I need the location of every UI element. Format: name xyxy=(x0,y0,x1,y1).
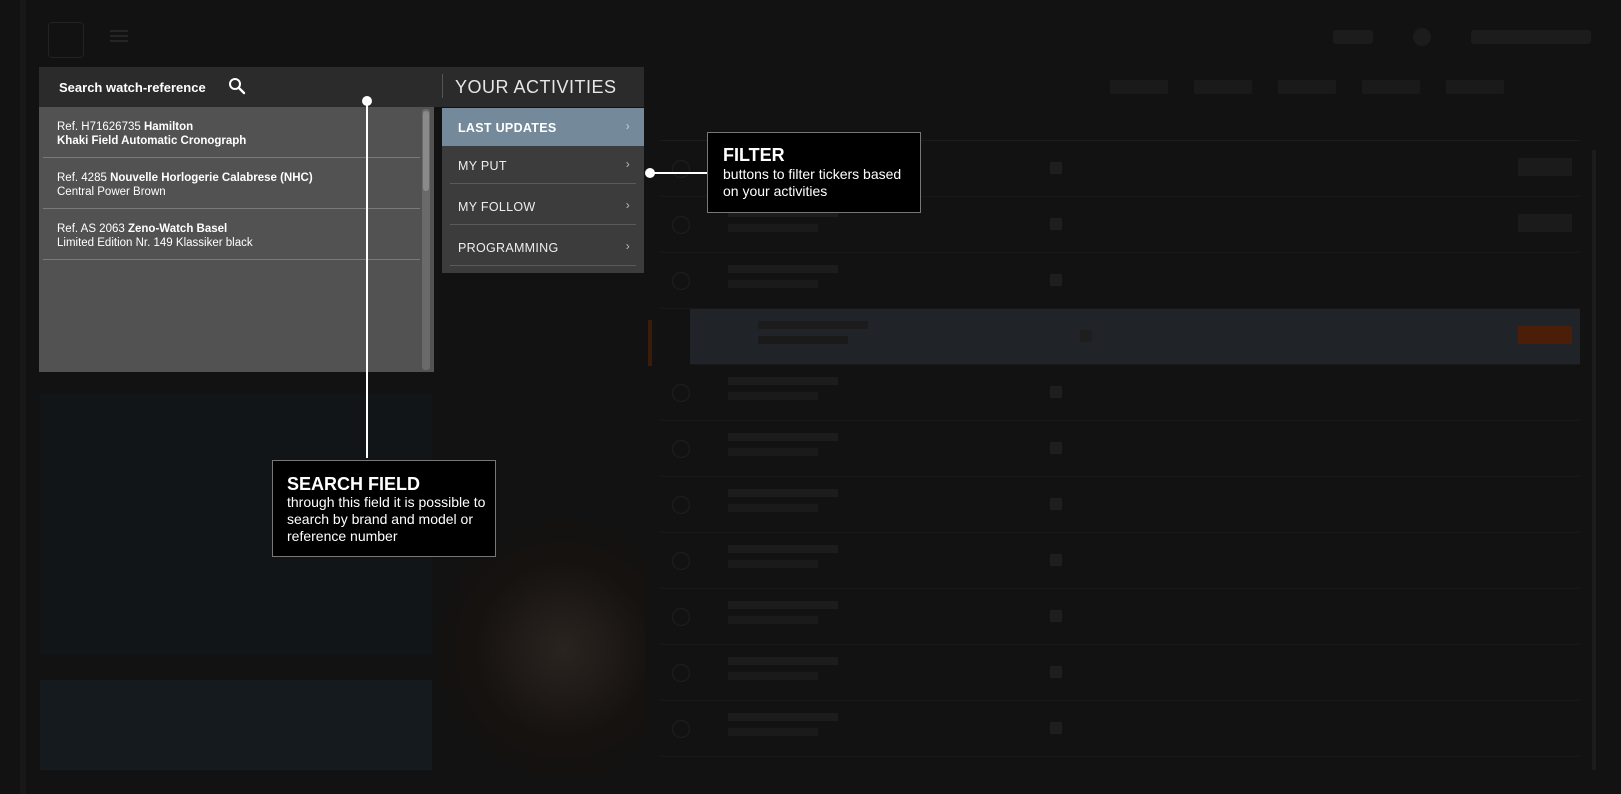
bg-info-card xyxy=(40,680,432,770)
chevron-right-icon: › xyxy=(625,239,630,253)
result-model: Limited Edition Nr. 149 Klassiker black xyxy=(57,237,253,249)
search-results: Ref. H71626735 Hamilton Khaki Field Auto… xyxy=(39,107,434,372)
search-input[interactable]: Search watch-reference xyxy=(59,80,206,95)
logo xyxy=(48,22,84,58)
filter-callout-line xyxy=(650,172,708,174)
activities-menu: LAST UPDATES › MY PUT › MY FOLLOW › PROG… xyxy=(442,108,644,273)
left-rail xyxy=(20,0,26,794)
menu-item-programming[interactable]: PROGRAMMING › xyxy=(442,228,644,266)
menu-item-last-updates[interactable]: LAST UPDATES › xyxy=(442,108,644,146)
search-callout-desc: through this field it is possible to sea… xyxy=(287,494,486,544)
menu-item-my-put[interactable]: MY PUT › xyxy=(442,146,644,184)
currency-selector xyxy=(1333,30,1373,44)
result-model: Khaki Field Automatic Cronograph xyxy=(57,135,247,147)
bg-scrollbar xyxy=(1592,150,1596,770)
chevron-right-icon: › xyxy=(625,198,630,212)
filter-callout-dot xyxy=(645,168,655,178)
result-brand: Zeno-Watch Basel xyxy=(127,223,228,235)
search-header: Search watch-reference YOUR ACTIVITIES xyxy=(39,67,644,107)
filter-callout-title: FILTER xyxy=(723,145,785,165)
bg-accent-bar xyxy=(648,320,652,366)
search-callout-line xyxy=(366,100,368,458)
divider xyxy=(442,74,443,98)
result-ref: Ref. 4285 xyxy=(57,172,107,184)
menu-item-my-follow[interactable]: MY FOLLOW › xyxy=(442,187,644,225)
results-scrollbar-thumb[interactable] xyxy=(423,111,429,191)
user-menu xyxy=(1471,30,1591,44)
menu-item-label: LAST UPDATES xyxy=(458,121,557,135)
menu-item-label: PROGRAMMING xyxy=(458,241,559,255)
search-result[interactable]: Ref. AS 2063 Zeno-Watch Basel Limited Ed… xyxy=(43,209,420,260)
menu-item-label: MY PUT xyxy=(458,159,507,173)
search-callout: SEARCH FIELD through this field it is po… xyxy=(272,460,496,557)
result-brand: Hamilton xyxy=(143,121,194,133)
chevron-right-icon: › xyxy=(625,157,630,171)
hamburger-menu-icon xyxy=(110,35,128,37)
activities-title: YOUR ACTIVITIES xyxy=(455,77,617,97)
search-icon[interactable] xyxy=(228,77,246,95)
bg-watch-image xyxy=(440,520,645,780)
search-result[interactable]: Ref. 4285 Nouvelle Horlogerie Calabrese … xyxy=(43,158,420,209)
filter-callout: FILTER buttons to filter tickers based o… xyxy=(707,132,921,213)
bg-toolbar xyxy=(1110,80,1504,94)
search-callout-dot xyxy=(362,96,372,106)
top-right-bar xyxy=(1333,28,1591,46)
filter-callout-desc: buttons to filter tickers based on your … xyxy=(723,166,902,199)
chevron-right-icon: › xyxy=(625,119,630,133)
result-ref: Ref. AS 2063 xyxy=(57,223,125,235)
result-model: Central Power Brown xyxy=(57,186,166,198)
result-ref: Ref. H71626735 xyxy=(57,121,141,133)
search-result[interactable]: Ref. H71626735 Hamilton Khaki Field Auto… xyxy=(43,107,420,158)
menu-item-label: MY FOLLOW xyxy=(458,200,536,214)
notification-icon xyxy=(1413,28,1431,46)
search-callout-title: SEARCH FIELD xyxy=(287,474,421,494)
result-brand: Nouvelle Horlogerie Calabrese (NHC) xyxy=(110,172,313,184)
